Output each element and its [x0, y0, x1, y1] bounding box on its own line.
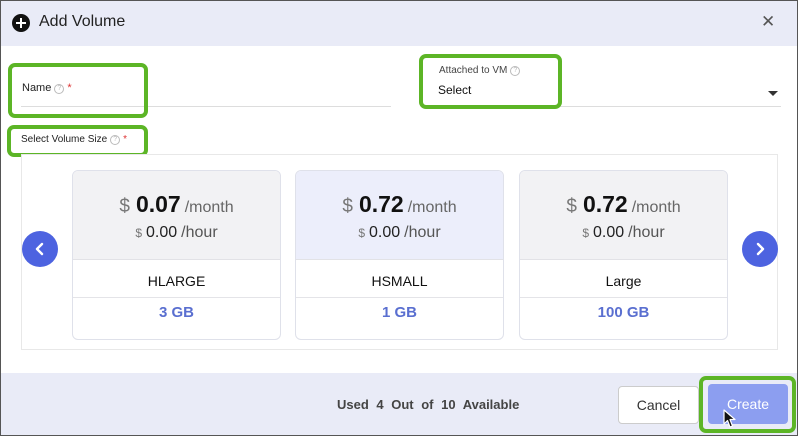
- monthly-unit: /month: [184, 199, 234, 216]
- hourly-price: $0.00/hour: [73, 224, 280, 242]
- close-icon[interactable]: ✕: [761, 12, 775, 32]
- plan-price-area: $0.07/month $0.00/hour: [73, 171, 280, 260]
- caret-down-icon[interactable]: [768, 91, 778, 96]
- dialog-title: Add Volume: [39, 13, 126, 30]
- plan-divider: [73, 297, 280, 298]
- monthly-price: $0.72/month: [296, 191, 503, 218]
- plan-card-large[interactable]: $0.72/month $0.00/hour Large 100 GB: [519, 170, 728, 340]
- plan-divider: [520, 297, 727, 298]
- carousel-next-button[interactable]: [742, 231, 778, 267]
- hourly-price-value: 0.00: [369, 224, 401, 241]
- hourly-price: $0.00/hour: [520, 224, 727, 242]
- plan-divider: [296, 297, 503, 298]
- monthly-price-value: 0.07: [135, 191, 181, 217]
- hourly-price-value: 0.00: [593, 224, 625, 241]
- hourly-unit: /hour: [628, 224, 665, 241]
- hourly-unit: /hour: [404, 224, 441, 241]
- cancel-button[interactable]: Cancel: [618, 386, 699, 424]
- plan-price-area: $0.72/month $0.00/hour: [296, 171, 503, 260]
- hourly-unit: /hour: [181, 224, 218, 241]
- highlight-box-create: [699, 376, 796, 433]
- hourly-price: $0.00/hour: [296, 224, 503, 242]
- add-circle-icon: [12, 14, 30, 32]
- dialog-header: Add Volume ✕: [1, 1, 797, 46]
- currency-symbol: $: [342, 196, 353, 217]
- plan-size: 1 GB: [381, 304, 417, 321]
- hourly-price-value: 0.00: [146, 224, 178, 241]
- monthly-price-value: 0.72: [582, 191, 628, 217]
- plan-card-hsmall[interactable]: $0.72/month $0.00/hour HSMALL 1 GB: [295, 170, 504, 340]
- plan-price-area: $0.72/month $0.00/hour: [520, 171, 727, 260]
- highlight-box-attached-vm: [419, 54, 562, 109]
- monthly-price-value: 0.72: [358, 191, 404, 217]
- currency-symbol: $: [358, 226, 366, 240]
- mouse-cursor-icon: [723, 409, 736, 428]
- usage-status: Used 4 Out of 10 Available: [337, 397, 520, 412]
- currency-symbol: $: [582, 226, 590, 240]
- highlight-box-volume-size: [7, 125, 148, 157]
- monthly-unit: /month: [407, 199, 457, 216]
- currency-symbol: $: [119, 196, 130, 217]
- plan-name: HLARGE: [147, 273, 206, 289]
- plan-size: 3 GB: [158, 304, 194, 321]
- plan-name: HSMALL: [371, 273, 428, 289]
- plan-name: Large: [605, 273, 642, 289]
- carousel-prev-button[interactable]: [22, 231, 58, 267]
- highlight-box-name: [8, 63, 148, 118]
- monthly-unit: /month: [631, 199, 681, 216]
- plan-card-hlarge[interactable]: $0.07/month $0.00/hour HLARGE 3 GB: [72, 170, 281, 340]
- monthly-price: $0.07/month: [73, 191, 280, 218]
- add-volume-dialog: Add Volume ✕ Name? * Attached to VM? Sele…: [0, 0, 798, 436]
- chevron-left-icon: [35, 242, 44, 256]
- monthly-price: $0.72/month: [520, 191, 727, 218]
- chevron-right-icon: [756, 242, 765, 256]
- plan-size: 100 GB: [597, 304, 650, 321]
- currency-symbol: $: [566, 196, 577, 217]
- currency-symbol: $: [135, 226, 143, 240]
